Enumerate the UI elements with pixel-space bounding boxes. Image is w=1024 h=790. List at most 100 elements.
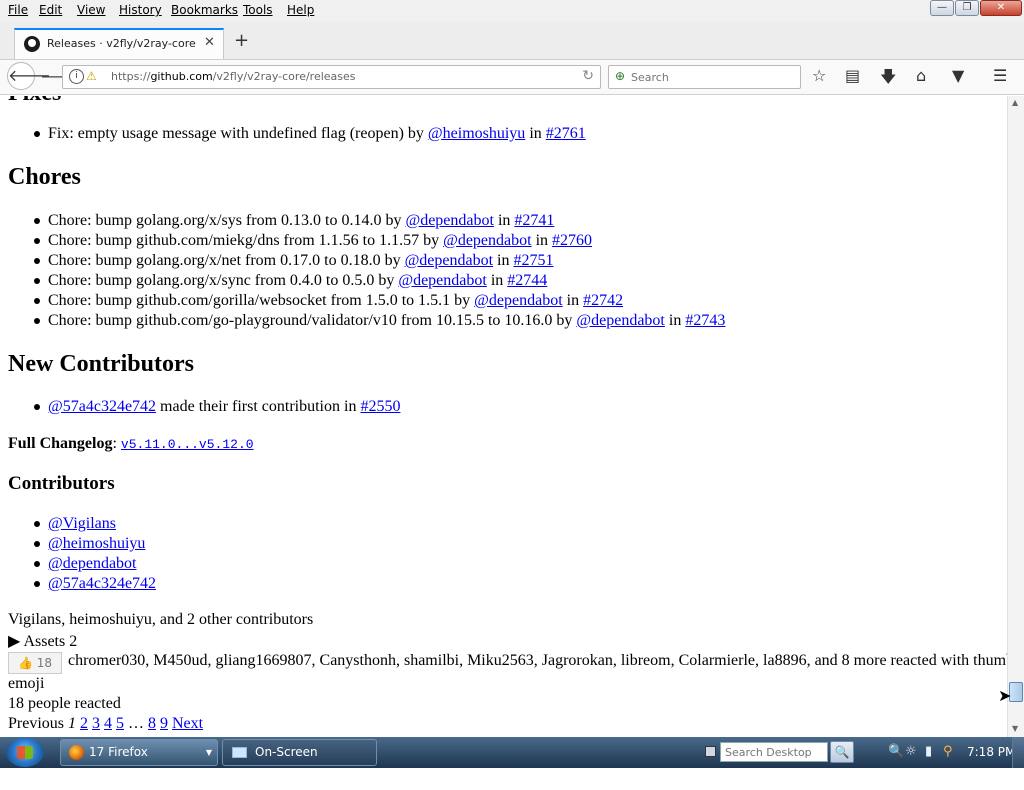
scroll-down-arrow-icon[interactable]: ▼ [1012,724,1018,733]
network-tray-icon[interactable]: ☼ [905,744,917,759]
user-link[interactable]: @dependabot [405,252,493,269]
bullet [34,258,40,264]
maximize-button[interactable]: ❐ [955,0,979,16]
menu-history[interactable]: History [119,3,162,17]
new-tab-button[interactable]: + [234,30,249,51]
disclosure-triangle-icon[interactable]: ▶ [8,633,20,650]
pagination-next[interactable]: Next [172,715,203,732]
contributors-heading: Contributors [8,473,115,494]
scroll-up-arrow-icon[interactable]: ▲ [1012,98,1018,107]
contributor-link[interactable]: @Vigilans [48,515,116,532]
pr-link[interactable]: #2744 [507,272,547,289]
user-link[interactable]: @dependabot [398,272,486,289]
info-icon[interactable]: i [69,69,84,84]
thumbs-up-reaction-button[interactable]: 👍 18 [8,652,62,674]
assets-toggle[interactable]: ▶ Assets 2 [8,631,77,651]
menu-edit[interactable]: Edit [39,3,62,17]
menu-file[interactable]: File [8,3,28,17]
search-input[interactable] [631,68,796,86]
desktop-search-input[interactable] [720,742,828,762]
pagination-page[interactable]: 2 [80,715,88,732]
mouse-cursor-icon: ➤ [998,686,1012,705]
user-link[interactable]: @heimoshuiyu [428,125,525,142]
desktop-toolbar-icon[interactable] [705,746,716,757]
url-text[interactable]: https://github.com/v2fly/v2ray-core/rele… [111,70,356,83]
firefox-icon [69,745,84,760]
clock[interactable]: 7:18 PM [967,745,1015,759]
pagination-page[interactable]: 5 [116,715,124,732]
pagination-ellipsis: … [128,715,144,732]
reload-icon[interactable]: ↻ [582,68,594,84]
pagination-current: 1 [68,715,76,732]
pagination-page[interactable]: 3 [92,715,100,732]
pr-link[interactable]: #2742 [583,292,623,309]
taskbar-firefox[interactable]: 17 Firefox ▼ [60,739,218,766]
full-changelog: Full Changelog: v5.11.0...v5.12.0 [8,435,254,452]
contributor-link[interactable]: @dependabot [48,555,136,572]
pr-link[interactable]: #2760 [552,232,592,249]
pagination: Previous 1 2 3 4 5 … 8 9 Next [8,715,203,733]
pr-link[interactable]: #2761 [546,125,586,142]
assets-count: 2 [69,633,78,650]
dropdown-arrow-icon: ▼ [205,748,212,757]
home-icon[interactable]: ⌂ [916,66,926,85]
menu-bar: File Edit View History Bookmarks Tools H… [0,0,1024,22]
vertical-scrollbar[interactable]: ▲ ▼ [1007,96,1024,737]
back-button[interactable]: 🡐 [7,62,51,90]
pr-link[interactable]: #2741 [514,212,554,229]
list-item: @57a4c324e742 made their first contribut… [48,398,401,415]
pocket-icon[interactable]: ▼ [952,66,964,85]
list-item: Chore: bump golang.org/x/sync from 0.4.0… [48,272,548,289]
download-icon[interactable]: 🡇 [880,66,896,93]
minimize-button[interactable]: — [930,0,954,16]
list-item: @dependabot [48,555,136,573]
new-contributors-heading: New Contributors [8,351,194,377]
navigation-bar: 🡐 🡒 i ⚠ https://github.com/v2fly/v2ray-c… [0,60,1024,95]
user-link[interactable]: @dependabot [474,292,562,309]
warning-lock-icon[interactable]: ⚠ [86,69,97,83]
menu-bookmarks[interactable]: Bookmarks [171,3,238,17]
url-bar[interactable]: i ⚠ https://github.com/v2fly/v2ray-core/… [62,65,601,89]
menu-icon[interactable]: ☰ [993,66,1007,85]
star-icon[interactable]: ☆ [812,66,826,85]
user-link[interactable]: @dependabot [443,232,531,249]
tab-strip: Releases · v2fly/v2ray-core · ... ✕ + [0,22,1024,60]
pagination-page[interactable]: 4 [104,715,112,732]
start-button[interactable] [6,738,44,767]
battery-tray-icon[interactable]: ▮ [925,744,932,759]
reading-list-icon[interactable]: ▤ [845,66,860,85]
changelog-link[interactable]: v5.11.0...v5.12.0 [121,435,254,452]
contributor-link[interactable]: @heimoshuiyu [48,535,145,552]
search-tray-icon[interactable]: 🔍 [888,744,904,759]
speaker-tray-icon[interactable]: ⚲ [943,744,953,759]
show-desktop-button[interactable] [1012,737,1024,768]
tab-close-icon[interactable]: ✕ [204,35,215,50]
tab-releases[interactable]: Releases · v2fly/v2ray-core · ... ✕ [14,28,224,59]
search-bar[interactable]: ⊕ [608,65,801,89]
user-link[interactable]: @dependabot [576,312,664,329]
bullet [34,581,40,587]
pr-link[interactable]: #2743 [685,312,725,329]
bullet [34,218,40,224]
fixes-heading: Fixes [8,96,61,107]
user-link[interactable]: @57a4c324e742 [48,398,156,415]
close-window-button[interactable]: ✕ [980,0,1022,16]
keyboard-icon [232,747,247,758]
pr-link[interactable]: #2550 [360,398,400,415]
taskbar-on-screen-keyboard[interactable]: On-Screen Keyboard [222,739,377,784]
list-item: Fix: empty usage message with undefined … [48,125,586,142]
search-engine-icon[interactable]: ⊕ [615,69,625,83]
contributor-link[interactable]: @57a4c324e742 [48,575,156,592]
menu-view[interactable]: View [77,3,105,17]
user-link[interactable]: @dependabot [405,212,493,229]
bullet [34,131,40,137]
menu-tools[interactable]: Tools [243,3,273,17]
pr-link[interactable]: #2751 [514,252,554,269]
pagination-page[interactable]: 9 [160,715,168,732]
menu-help[interactable]: Help [287,3,314,17]
desktop-search-button[interactable]: 🔍 [830,741,854,763]
taskbar: 17 Firefox ▼ On-Screen Keyboard 🔍 🔍 ☼ ▮ … [0,737,1024,784]
pagination-page[interactable]: 8 [148,715,156,732]
list-item: Chore: bump golang.org/x/sys from 0.13.0… [48,212,555,229]
reaction-text: chromer030, M450ud, gliang1669807, Canys… [68,652,1007,669]
